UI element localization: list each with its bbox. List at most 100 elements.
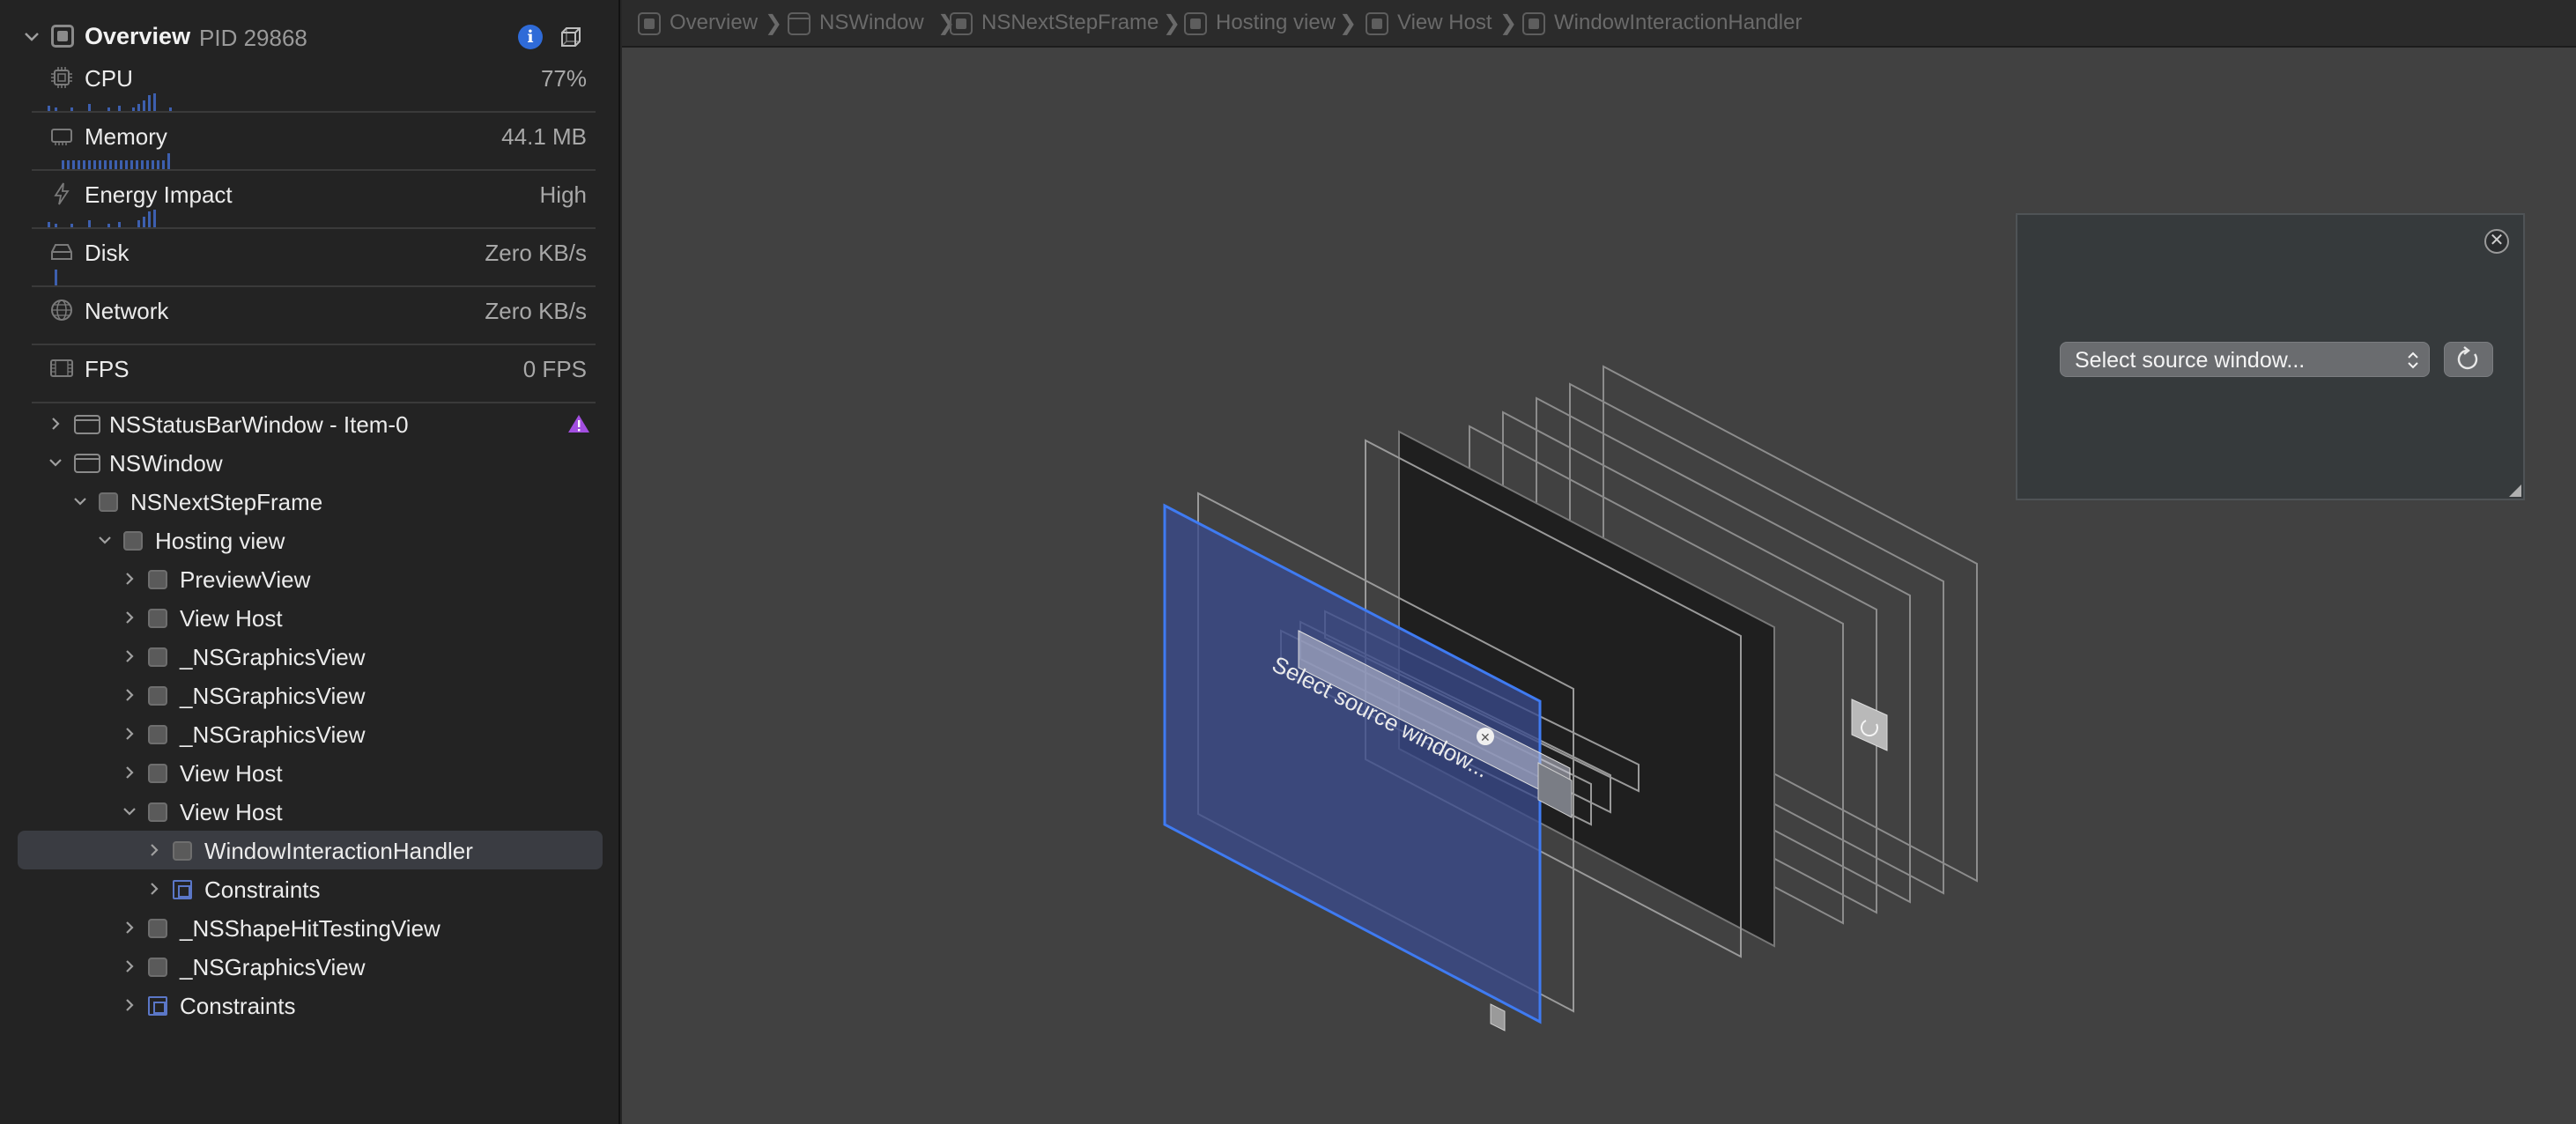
- fps-icon: [50, 359, 73, 377]
- gauge-label: FPS: [85, 356, 130, 382]
- gauge-network[interactable]: Network Zero KB/s: [32, 287, 596, 345]
- chevron-right-icon[interactable]: [120, 995, 139, 1015]
- chevron-right-icon[interactable]: [120, 957, 139, 976]
- tree-row-nsnextstepframe[interactable]: NSNextStepFrame: [18, 482, 603, 521]
- view-icon: [148, 570, 167, 589]
- tree-row-label: Hosting view: [155, 528, 285, 554]
- chevron-right-icon[interactable]: [144, 840, 164, 860]
- info-icon[interactable]: i: [518, 25, 543, 49]
- tree-row-nsgraphicsview[interactable]: _NSGraphicsView: [18, 676, 603, 714]
- layer-stack-3d[interactable]: Select source window... ✕: [622, 0, 2576, 1124]
- chevron-right-icon[interactable]: [120, 918, 139, 937]
- chevron-down-icon[interactable]: [21, 26, 42, 48]
- gauge-label: Energy Impact: [85, 181, 233, 208]
- tree-row-label: _NSGraphicsView: [180, 644, 366, 670]
- window-icon: [788, 11, 811, 35]
- tree-row-nsshapehittestingview[interactable]: _NSShapeHitTestingView: [18, 908, 603, 947]
- disk-sparkline: [55, 270, 57, 285]
- gauge-label: Disk: [85, 240, 130, 266]
- refresh-layer: [1851, 699, 1888, 751]
- tree-row-nsgraphicsview[interactable]: _NSGraphicsView: [18, 714, 603, 753]
- gauge-value: 0 FPS: [522, 356, 587, 382]
- chevron-down-icon[interactable]: [120, 802, 139, 821]
- chevron-down-icon[interactable]: [46, 453, 65, 472]
- view-icon: [1366, 11, 1388, 35]
- chevron-right-icon[interactable]: [120, 763, 139, 782]
- view-icon: [173, 841, 192, 861]
- window-icon: [74, 454, 100, 473]
- memory-sparkline: [62, 153, 170, 169]
- tree-row-label: _NSGraphicsView: [180, 683, 366, 709]
- energy-icon: [54, 182, 70, 205]
- resize-handle-icon[interactable]: [2507, 483, 2521, 497]
- gauge-fps[interactable]: FPS 0 FPS: [32, 345, 596, 403]
- close-icon: ✕: [2489, 231, 2505, 250]
- tree-row-label: View Host: [180, 760, 283, 787]
- close-button[interactable]: ✕: [2484, 229, 2509, 254]
- tree-row-label: Constraints: [180, 993, 296, 1019]
- 3d-view-icon[interactable]: [559, 25, 583, 49]
- chevron-right-icon[interactable]: [120, 608, 139, 627]
- close-glyph-mark: ✕: [1480, 731, 1491, 745]
- chevron-right-icon[interactable]: [120, 569, 139, 588]
- breadcrumb-separator: ❯: [765, 11, 783, 35]
- breadcrumb-separator: ❯: [1163, 11, 1181, 35]
- gauge-cpu[interactable]: CPU 77%: [32, 55, 596, 113]
- view-icon: [148, 725, 167, 744]
- tree-row-label: View Host: [180, 799, 283, 825]
- tree-row-label: NSNextStepFrame: [130, 489, 323, 515]
- tree-row-label: NSWindow: [109, 450, 223, 477]
- memory-icon: [51, 129, 72, 145]
- breadcrumb-item-windowinteractionhandler[interactable]: WindowInteractionHandler: [1522, 11, 1802, 37]
- view-icon: [99, 492, 118, 512]
- tree-row-view-host[interactable]: View Host: [18, 792, 603, 831]
- source-window-select[interactable]: Select source window...: [2060, 342, 2430, 377]
- tree-row-previewview[interactable]: PreviewView: [18, 559, 603, 598]
- overview-header[interactable]: Overview PID 29868 i: [0, 18, 620, 56]
- view-icon: [148, 919, 167, 938]
- chevron-right-icon[interactable]: [144, 879, 164, 898]
- gauge-value: 44.1 MB: [501, 123, 587, 150]
- chevron-right-icon[interactable]: [46, 414, 65, 433]
- source-window-preview[interactable]: ✕ Select source window...: [2016, 213, 2525, 500]
- debug-canvas[interactable]: Select source window... ✕ Overview ❯ NSW…: [622, 0, 2576, 1124]
- tree-row-view-host[interactable]: View Host: [18, 598, 603, 637]
- constraints-icon: [148, 996, 167, 1016]
- disk-icon: [51, 244, 72, 260]
- tree-row-nsstatusbarwindow-item-0[interactable]: NSStatusBarWindow - Item-0: [18, 404, 603, 443]
- view-icon: [148, 958, 167, 977]
- gauge-label: CPU: [85, 65, 133, 92]
- gauge-disk[interactable]: Disk Zero KB/s: [32, 229, 596, 287]
- chevron-down-icon[interactable]: [70, 492, 90, 511]
- refresh-button[interactable]: [2444, 342, 2493, 377]
- tree-row-constraints[interactable]: Constraints: [18, 986, 603, 1024]
- breadcrumb-item-nswindow[interactable]: NSWindow: [788, 11, 924, 37]
- cpu-sparkline: [48, 93, 172, 111]
- breadcrumb: Overview ❯ NSWindow ❯ NSNextStepFrame ❯ …: [622, 0, 2576, 48]
- tree-row-nswindow[interactable]: NSWindow: [18, 443, 603, 482]
- tree-row-label: _NSShapeHitTestingView: [180, 915, 440, 942]
- tree-row-hosting-view[interactable]: Hosting view: [18, 521, 603, 559]
- warning-icon[interactable]: [567, 413, 590, 434]
- tree-row-nsgraphicsview[interactable]: _NSGraphicsView: [18, 637, 603, 676]
- tree-row-constraints[interactable]: Constraints: [18, 869, 603, 908]
- chevron-up-down-icon: [2408, 351, 2418, 369]
- tree-row-label: PreviewView: [180, 566, 311, 593]
- breadcrumb-item-hosting-view[interactable]: Hosting view: [1184, 11, 1336, 37]
- chevron-down-icon[interactable]: [95, 530, 115, 550]
- tree-row-nsgraphicsview[interactable]: _NSGraphicsView: [18, 947, 603, 986]
- tree-row-view-host[interactable]: View Host: [18, 753, 603, 792]
- gauge-energy[interactable]: Energy Impact High: [32, 171, 596, 229]
- chevron-right-icon[interactable]: [120, 647, 139, 666]
- tree-row-windowinteractionhandler[interactable]: WindowInteractionHandler: [18, 831, 603, 869]
- view-icon: [148, 802, 167, 822]
- gauge-memory[interactable]: Memory 44.1 MB: [32, 113, 596, 171]
- select-label: Select source window...: [2075, 348, 2306, 373]
- chevron-right-icon[interactable]: [120, 724, 139, 743]
- breadcrumb-item-overview[interactable]: Overview: [638, 11, 758, 37]
- breadcrumb-item-view-host[interactable]: View Host: [1366, 11, 1492, 37]
- gauge-value: 77%: [540, 65, 587, 92]
- gauge-value: Zero KB/s: [485, 298, 587, 324]
- breadcrumb-item-nsnextstepframe[interactable]: NSNextStepFrame: [950, 11, 1158, 37]
- chevron-right-icon[interactable]: [120, 685, 139, 705]
